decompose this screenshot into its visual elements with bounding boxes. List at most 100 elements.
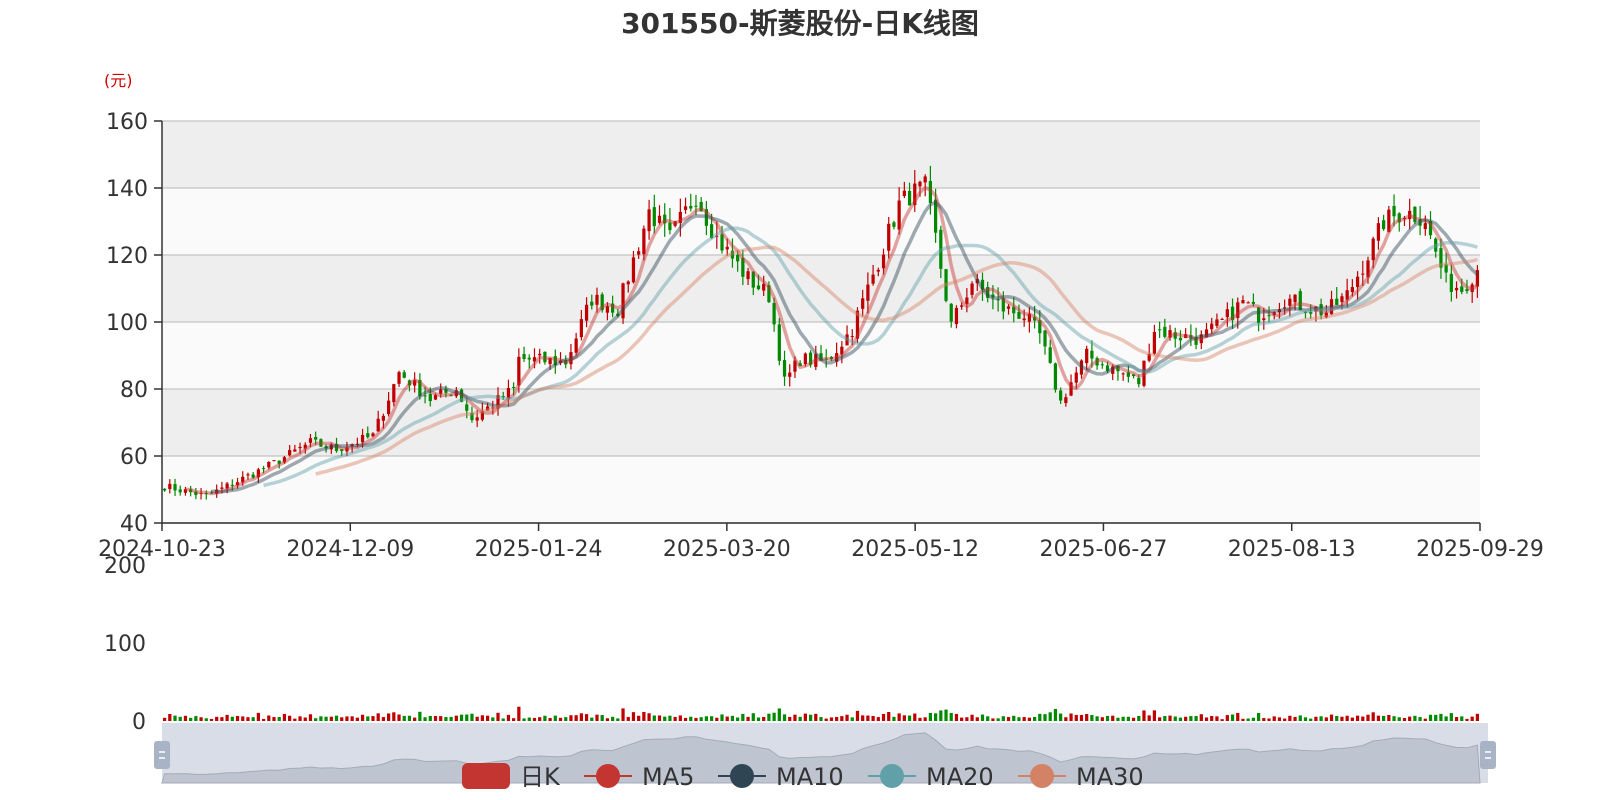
candle-body	[402, 372, 406, 378]
volume-bar	[1241, 718, 1245, 721]
candle-body	[782, 360, 787, 377]
volume-tick-label: 0	[132, 710, 146, 735]
candle-body	[246, 474, 250, 476]
volume-bar	[340, 717, 344, 721]
legend-label: MA5	[642, 763, 694, 791]
candle-body	[1423, 223, 1427, 230]
volume-bar	[235, 715, 240, 721]
candle-body	[756, 285, 761, 290]
candle-body	[590, 301, 594, 306]
volume-bar	[887, 712, 891, 721]
volume-bar	[803, 713, 807, 721]
candle-body	[861, 298, 865, 309]
volume-bar	[1178, 717, 1183, 721]
x-tick-label: 2025-05-12	[851, 537, 979, 562]
volume-bar	[475, 716, 479, 721]
legend-item: MA20	[868, 763, 994, 791]
volume-bar	[996, 718, 1000, 721]
volume-bar	[246, 717, 250, 721]
candle-body	[1043, 330, 1047, 347]
volume-bar	[1173, 716, 1177, 721]
candle-body	[465, 404, 469, 411]
volume-bar	[449, 716, 453, 721]
candle-body	[694, 205, 698, 207]
volume-bar	[1382, 715, 1386, 721]
candle-body	[902, 190, 906, 196]
candle-body	[1262, 318, 1266, 321]
candle-body	[887, 223, 891, 251]
candle-body	[512, 387, 516, 389]
legend-marker	[596, 764, 620, 788]
volume-bar	[345, 716, 349, 721]
volume-bar	[1246, 718, 1250, 721]
volume-bar	[168, 714, 172, 721]
volume-bar	[1288, 715, 1292, 721]
volume-bar	[423, 717, 427, 721]
volume-bar	[1230, 714, 1235, 721]
candle-body	[298, 446, 302, 449]
volume-bar	[1449, 713, 1453, 721]
volume-bar	[569, 715, 573, 721]
volume-bar	[595, 714, 599, 721]
volume-bar	[1272, 716, 1276, 721]
zoom-handle-right[interactable]	[1480, 741, 1496, 769]
candle-body	[1376, 223, 1381, 241]
volume-bar	[657, 715, 662, 721]
legend-marker	[880, 764, 904, 788]
volume-bar	[798, 716, 802, 721]
candle-body	[1340, 296, 1344, 303]
volume-bar	[459, 714, 464, 721]
volume-bar	[1032, 717, 1037, 721]
volume-bar	[204, 718, 208, 721]
volume-bar	[314, 718, 318, 721]
volume-bar	[944, 709, 948, 721]
candle-body	[288, 450, 292, 456]
grid-band	[162, 255, 1480, 322]
volume-bar	[1355, 715, 1360, 721]
volume-bar	[501, 718, 505, 721]
volume-bar	[850, 717, 854, 721]
volume-bar	[902, 715, 906, 721]
x-tick-label: 2025-01-24	[475, 537, 603, 562]
volume-bar	[923, 717, 927, 721]
volume-bar	[465, 714, 469, 721]
candle-body	[736, 254, 740, 262]
candle	[1413, 206, 1417, 225]
candle-body	[907, 190, 912, 206]
candle-body	[1454, 287, 1459, 291]
volume-bar	[428, 715, 432, 721]
volume-bar	[579, 713, 583, 721]
volume-bar	[1267, 718, 1271, 721]
zoom-handle-left[interactable]	[154, 741, 170, 769]
volume-bar	[949, 712, 953, 721]
volume-bar	[1158, 717, 1162, 721]
volume-bar	[980, 714, 985, 721]
candle-body	[1361, 273, 1365, 275]
candle-body	[1256, 307, 1261, 324]
volume-bar	[407, 715, 412, 721]
legend-label: MA20	[926, 763, 994, 791]
volume-bar	[782, 714, 787, 721]
volume-bar	[517, 706, 521, 721]
volume-bar	[199, 717, 203, 721]
volume-bar	[1225, 715, 1229, 721]
volume-bar	[360, 714, 365, 721]
candle-body	[647, 209, 651, 232]
volume-bar	[350, 716, 354, 721]
volume-bar	[1236, 712, 1240, 721]
candle-body	[1449, 273, 1453, 292]
candle-body	[308, 438, 313, 443]
volume-bar	[1210, 716, 1214, 721]
volume-bar	[564, 717, 568, 721]
volume-bar	[1361, 716, 1365, 721]
candle-body	[220, 487, 224, 489]
volume-bar	[381, 717, 386, 721]
volume-bar	[324, 716, 328, 721]
candle-body	[626, 281, 630, 285]
volume-bar	[861, 715, 865, 721]
volume-bar	[1199, 714, 1203, 721]
volume-bar	[845, 714, 849, 721]
candle-body	[803, 353, 807, 365]
candle-body	[475, 417, 479, 421]
candle-body	[376, 418, 380, 432]
